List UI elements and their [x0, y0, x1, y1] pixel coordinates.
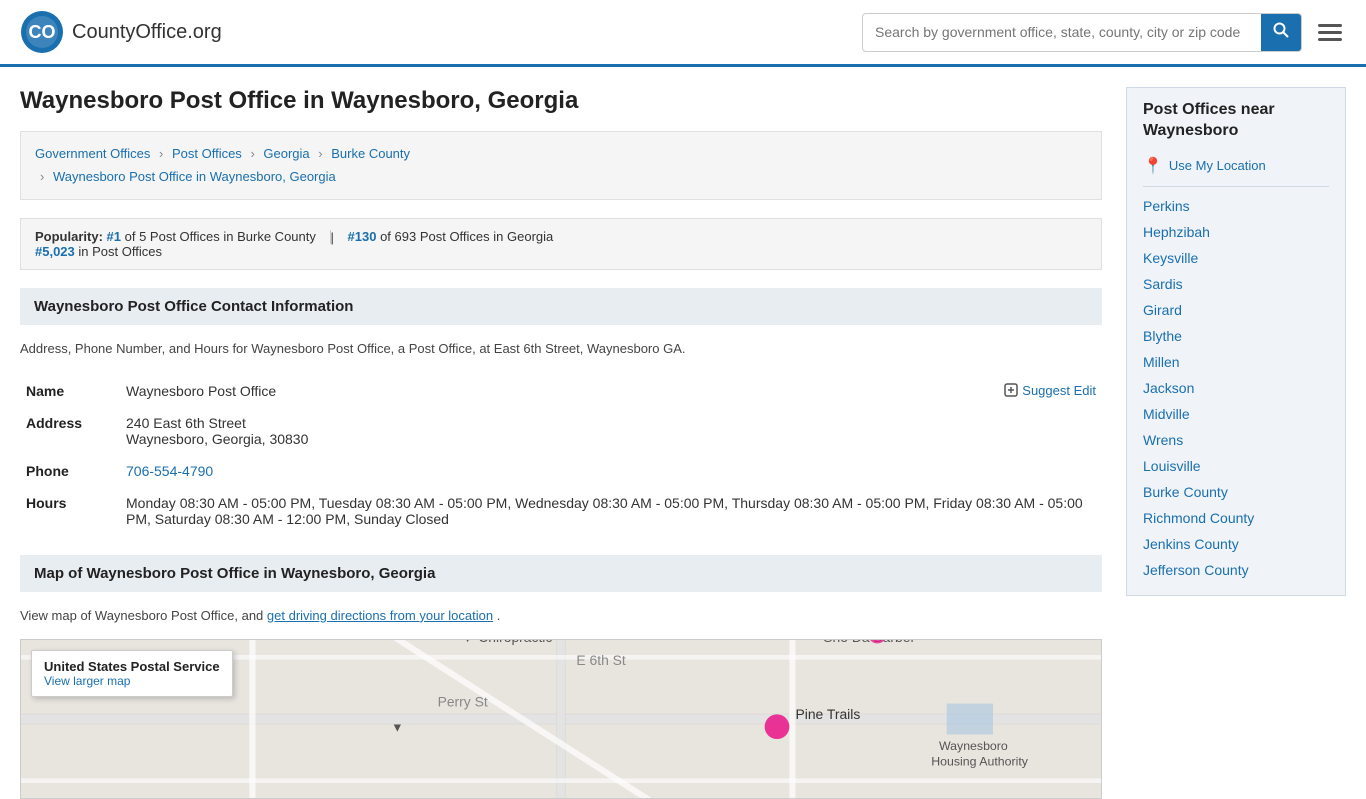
sidebar-link-burke-county[interactable]: Burke County	[1143, 479, 1329, 505]
contact-description: Address, Phone Number, and Hours for Way…	[20, 339, 1102, 359]
sidebar-link-blythe[interactable]: Blythe	[1143, 323, 1329, 349]
phone-link[interactable]: 706-554-4790	[126, 463, 213, 479]
sidebar-link-jefferson-county[interactable]: Jefferson County	[1143, 557, 1329, 583]
driving-directions-link[interactable]: get driving directions from your locatio…	[267, 608, 493, 623]
sidebar-link-wrens[interactable]: Wrens	[1143, 427, 1329, 453]
contact-section-header: Waynesboro Post Office Contact Informati…	[20, 288, 1102, 325]
name-value: Waynesboro Post Office Suggest Edit	[120, 375, 1102, 407]
hours-label: Hours	[20, 487, 120, 535]
map-container[interactable]: Perry St E 6th St Pine Trails Waynesboro…	[20, 639, 1102, 799]
menu-button[interactable]	[1314, 20, 1346, 45]
logo-icon: CO	[20, 10, 64, 54]
sidebar-title: Post Offices near Waynesboro	[1143, 100, 1329, 142]
svg-text:▼ Chiropractic: ▼ Chiropractic	[461, 640, 553, 645]
breadcrumb: Government Offices › Post Offices › Geor…	[20, 131, 1102, 200]
table-row-phone: Phone 706-554-4790	[20, 455, 1102, 487]
sidebar-link-girard[interactable]: Girard	[1143, 297, 1329, 323]
svg-text:Pine Trails: Pine Trails	[796, 706, 861, 722]
search-icon	[1273, 22, 1289, 38]
table-row-address: Address 240 East 6th Street Waynesboro, …	[20, 407, 1102, 455]
sidebar-link-millen[interactable]: Millen	[1143, 349, 1329, 375]
map-section-header: Map of Waynesboro Post Office in Waynesb…	[20, 555, 1102, 592]
name-label: Name	[20, 375, 120, 407]
location-icon: 📍	[1143, 156, 1163, 176]
sidebar-box: Post Offices near Waynesboro 📍 Use My Lo…	[1126, 87, 1346, 596]
svg-text:Perry St: Perry St	[438, 694, 488, 710]
logo-text: CountyOffice.org	[72, 21, 222, 43]
search-input[interactable]	[863, 16, 1261, 48]
svg-text:▼: ▼	[391, 721, 403, 735]
table-row-name: Name Waynesboro Post Office Suggest Edit	[20, 375, 1102, 407]
suggest-edit-button[interactable]: Suggest Edit	[1004, 383, 1096, 398]
main-container: Waynesboro Post Office in Waynesboro, Ge…	[0, 67, 1366, 799]
page-title: Waynesboro Post Office in Waynesboro, Ge…	[20, 87, 1102, 115]
svg-text:Sho Da Barber: Sho Da Barber	[823, 640, 915, 645]
sidebar-link-sardis[interactable]: Sardis	[1143, 271, 1329, 297]
map-popup-title: United States Postal Service	[44, 659, 220, 674]
sidebar-link-hephzibah[interactable]: Hephzibah	[1143, 219, 1329, 245]
sidebar: Post Offices near Waynesboro 📍 Use My Lo…	[1126, 87, 1346, 799]
svg-text:CO: CO	[29, 22, 56, 42]
sidebar-link-jenkins-county[interactable]: Jenkins County	[1143, 531, 1329, 557]
phone-value: 706-554-4790	[120, 455, 1102, 487]
site-header: CO CountyOffice.org	[0, 0, 1366, 67]
search-button[interactable]	[1261, 14, 1301, 51]
view-larger-map-link[interactable]: View larger map	[44, 674, 130, 688]
breadcrumb-current[interactable]: Waynesboro Post Office in Waynesboro, Ge…	[53, 169, 336, 184]
header-right	[862, 13, 1346, 52]
map-popup: United States Postal Service View larger…	[31, 650, 233, 697]
sidebar-link-jackson[interactable]: Jackson	[1143, 375, 1329, 401]
breadcrumb-burke-county[interactable]: Burke County	[331, 146, 410, 161]
svg-text:Waynesboro: Waynesboro	[939, 739, 1008, 753]
edit-icon	[1004, 383, 1018, 397]
popularity-bar: Popularity: #1 of 5 Post Offices in Burk…	[20, 218, 1102, 271]
sidebar-link-perkins[interactable]: Perkins	[1143, 193, 1329, 219]
breadcrumb-government-offices[interactable]: Government Offices	[35, 146, 150, 161]
logo[interactable]: CO CountyOffice.org	[20, 10, 222, 54]
svg-text:Housing Authority: Housing Authority	[931, 755, 1028, 769]
svg-text:E 6th St: E 6th St	[576, 652, 626, 668]
phone-label: Phone	[20, 455, 120, 487]
address-value: 240 East 6th Street Waynesboro, Georgia,…	[120, 407, 1102, 455]
contact-info-table: Name Waynesboro Post Office Suggest Edit…	[20, 375, 1102, 535]
sidebar-link-louisville[interactable]: Louisville	[1143, 453, 1329, 479]
breadcrumb-post-offices[interactable]: Post Offices	[172, 146, 242, 161]
hours-value: Monday 08:30 AM - 05:00 PM, Tuesday 08:3…	[120, 487, 1102, 535]
address-label: Address	[20, 407, 120, 455]
map-description: View map of Waynesboro Post Office, and …	[20, 606, 1102, 626]
use-my-location-button[interactable]: 📍 Use My Location	[1143, 156, 1329, 176]
sidebar-link-midville[interactable]: Midville	[1143, 401, 1329, 427]
search-bar	[862, 13, 1302, 52]
main-content: Waynesboro Post Office in Waynesboro, Ge…	[20, 87, 1126, 799]
breadcrumb-georgia[interactable]: Georgia	[263, 146, 309, 161]
sidebar-link-richmond-county[interactable]: Richmond County	[1143, 505, 1329, 531]
sidebar-divider	[1143, 186, 1329, 187]
sidebar-link-keysville[interactable]: Keysville	[1143, 245, 1329, 271]
table-row-hours: Hours Monday 08:30 AM - 05:00 PM, Tuesda…	[20, 487, 1102, 535]
